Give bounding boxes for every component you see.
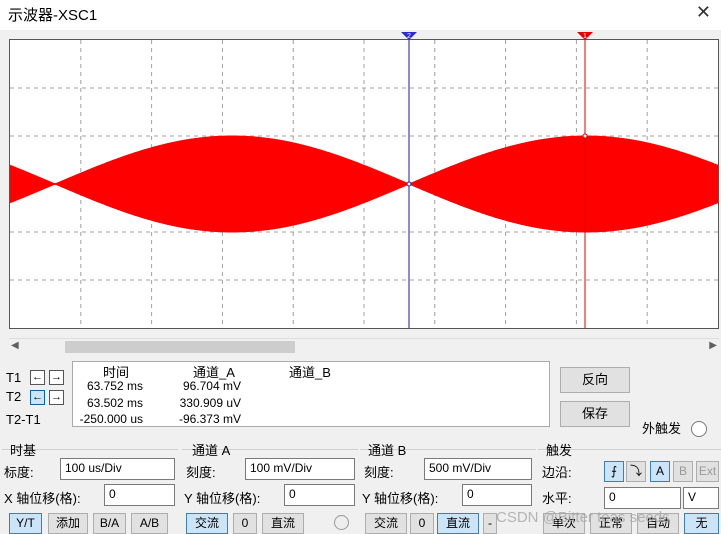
header-channel-b: 通道_B xyxy=(289,365,331,380)
horizontal-scrollbar[interactable]: ◀ ▶ xyxy=(9,338,719,354)
trigger-title: 触发 xyxy=(546,443,573,458)
channel-b-title: 通道 B xyxy=(368,443,407,458)
ext-trigger-terminal[interactable] xyxy=(691,421,707,437)
channel-b-ac-button[interactable]: 交流 xyxy=(365,513,407,534)
t1-right-arrow-icon[interactable]: → xyxy=(49,370,64,385)
channel-a-title: 通道 A xyxy=(192,443,231,458)
edge-rise-icon[interactable]: ⨍ xyxy=(604,461,624,482)
channel-a-dc-button[interactable]: 直流 xyxy=(262,513,304,534)
channel-a-scale-label: 刻度: xyxy=(186,465,216,480)
ext-trigger-label: 外触发 xyxy=(642,421,682,436)
channel-b-zero-button[interactable]: 0 xyxy=(410,513,434,534)
channel-a-terminal[interactable] xyxy=(334,515,349,530)
delta-time: -250.000 us xyxy=(79,412,143,426)
timebase-xpos-label: X 轴位移(格): xyxy=(4,491,81,506)
scroll-left-icon[interactable]: ◀ xyxy=(11,340,19,351)
t1-time: 63.752 ms xyxy=(86,379,143,393)
trigger-edge-label: 边沿: xyxy=(542,465,572,480)
save-button[interactable]: 保存 xyxy=(560,401,630,427)
mode-yt-button[interactable]: Y/T xyxy=(9,513,42,534)
mode-ba-button[interactable]: B/A xyxy=(93,513,126,534)
mode-add-button[interactable]: 添加 xyxy=(48,513,88,534)
scope-canvas xyxy=(9,40,719,328)
trigger-source-b-button[interactable]: B xyxy=(673,461,693,482)
title-bar: 示波器-XSC1 ✕ xyxy=(0,0,721,30)
channel-b-dc-button[interactable]: 直流 xyxy=(437,513,479,534)
mode-ab-button[interactable]: A/B xyxy=(131,513,168,534)
cursor-t2-marker xyxy=(406,181,412,187)
channel-a-ypos-label: Y 轴位移(格): xyxy=(184,491,261,506)
t1-channel-a: 96.704 mV xyxy=(182,379,241,393)
t2-time: 63.502 ms xyxy=(86,396,143,410)
reverse-button[interactable]: 反向 xyxy=(560,367,630,393)
channel-a-ypos-input[interactable]: 0 xyxy=(284,484,355,506)
channel-b-scale-input[interactable]: 500 mV/Div xyxy=(424,458,532,480)
trigger-level-label: 水平: xyxy=(542,491,572,506)
edge-fall-icon[interactable]: ⤵ xyxy=(626,461,646,482)
svg-text:2: 2 xyxy=(407,33,411,40)
cursor-t1-handle[interactable]: 1 xyxy=(576,31,594,41)
trigger-source-a-button[interactable]: A xyxy=(650,461,670,482)
close-icon[interactable]: ✕ xyxy=(696,2,711,23)
svg-text:1: 1 xyxy=(583,33,587,40)
trigger-level-unit[interactable]: V xyxy=(683,487,719,509)
cursor-t1-marker xyxy=(582,133,588,139)
channel-a-scale-input[interactable]: 100 mV/Div xyxy=(245,458,355,480)
t2-right-arrow-icon[interactable]: → xyxy=(49,390,64,405)
trigger-source-ext-button[interactable]: Ext xyxy=(696,461,719,482)
scope-display[interactable] xyxy=(9,39,719,329)
channel-a-zero-button[interactable]: 0 xyxy=(233,513,257,534)
scroll-right-icon[interactable]: ▶ xyxy=(709,340,717,351)
trigger-level-input[interactable]: 0 xyxy=(604,487,681,509)
t2-left-arrow-icon[interactable]: ← xyxy=(30,390,45,405)
cursor-t2-handle[interactable]: 2 xyxy=(400,31,418,41)
timebase-xpos-input[interactable]: 0 xyxy=(104,484,175,506)
channel-b-ypos-input[interactable]: 0 xyxy=(462,484,532,506)
watermark-text: CSDN @Bitter teas seeds xyxy=(496,509,670,526)
t1-left-arrow-icon[interactable]: ← xyxy=(30,370,45,385)
delta-channel-a: -96.373 mV xyxy=(178,412,241,426)
channel-b-scale-label: 刻度: xyxy=(364,465,394,480)
channel-b-invert-button[interactable]: - xyxy=(483,513,497,534)
timebase-scale-label: 标度: xyxy=(4,465,34,480)
channel-b-ypos-label: Y 轴位移(格): xyxy=(362,491,439,506)
timebase-title: 时基 xyxy=(10,443,37,458)
t1-label: T1 xyxy=(6,370,22,385)
trigger-none-button[interactable]: 无 xyxy=(684,513,719,534)
t2-channel-a: 330.909 uV xyxy=(179,396,241,410)
t2-t1-label: T2-T1 xyxy=(6,412,41,427)
channel-a-ac-button[interactable]: 交流 xyxy=(186,513,228,534)
measurement-readout: 时间 通道_A 通道_B 63.752 ms 96.704 mV 63.502 … xyxy=(72,361,550,427)
scrollbar-thumb[interactable] xyxy=(65,341,295,353)
t2-label: T2 xyxy=(6,389,22,404)
window-title: 示波器-XSC1 xyxy=(8,7,98,24)
timebase-scale-input[interactable]: 100 us/Div xyxy=(60,458,175,480)
